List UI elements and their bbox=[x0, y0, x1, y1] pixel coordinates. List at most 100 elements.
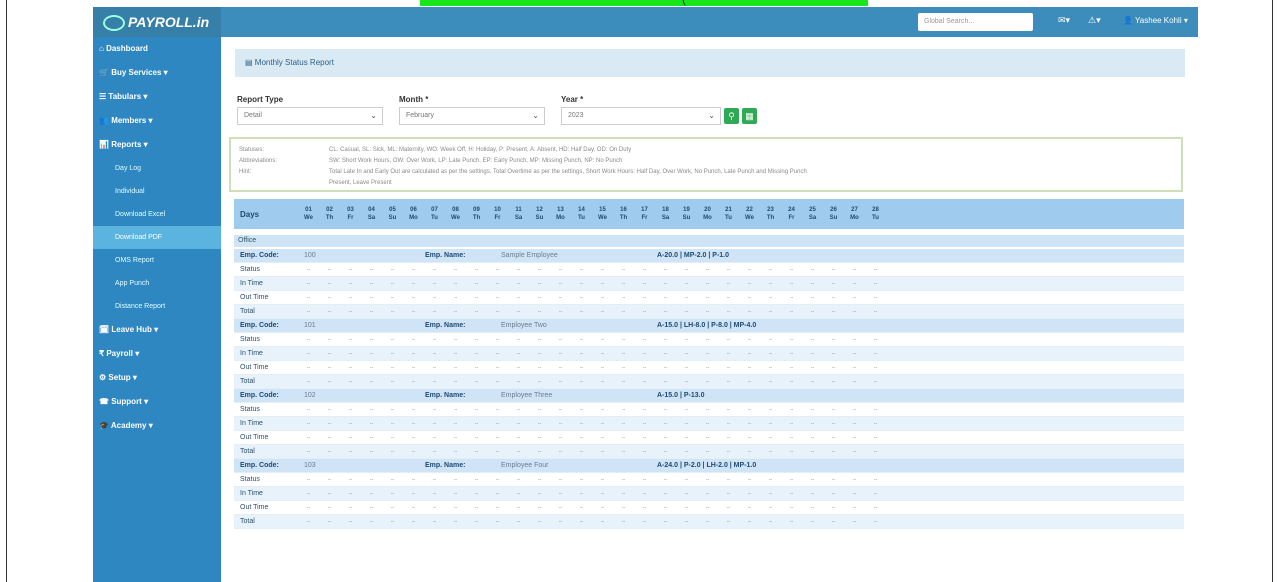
table-cell: -- bbox=[852, 490, 857, 497]
sidebar-item-support[interactable]: ☎ Support ▾ bbox=[93, 390, 221, 414]
table-cell: -- bbox=[516, 336, 521, 343]
select-value: Detail bbox=[244, 112, 262, 119]
table-cell: -- bbox=[810, 266, 815, 273]
table-cell: -- bbox=[789, 434, 794, 441]
day-weekday: Mo bbox=[850, 215, 859, 221]
table-cell: -- bbox=[390, 476, 395, 483]
table-cell: -- bbox=[810, 308, 815, 315]
table-cell: -- bbox=[453, 308, 458, 315]
sidebar-item-setup[interactable]: ⚙ Setup ▾ bbox=[93, 366, 221, 390]
legend-key: Statuses: bbox=[239, 147, 265, 153]
table-cell: -- bbox=[684, 266, 689, 273]
day-weekday: Su bbox=[535, 215, 544, 221]
table-cell: -- bbox=[537, 308, 542, 315]
table-cell: -- bbox=[747, 490, 752, 497]
table-cell: -- bbox=[810, 476, 815, 483]
table-cell: -- bbox=[537, 406, 542, 413]
envelope-icon[interactable]: ✉▾ bbox=[1058, 15, 1070, 26]
employee-header-row: Emp. Code: 102 Emp. Name: Employee Three A-1… bbox=[234, 389, 1184, 403]
table-cell: -- bbox=[768, 490, 773, 497]
day-header-cell: 11 Sa bbox=[508, 206, 529, 222]
table-cell: -- bbox=[852, 420, 857, 427]
user-menu[interactable]: 👤 Yashee Kohli ▾ bbox=[1123, 16, 1188, 25]
sidebar-sub-download-pdf[interactable]: Download PDF bbox=[93, 226, 221, 249]
bell-icon[interactable]: ⚠▾ bbox=[1088, 15, 1101, 26]
sidebar-item-dashboard[interactable]: ⌂ Dashboard bbox=[93, 37, 221, 61]
table-cell: -- bbox=[663, 420, 668, 427]
day-header-cell: 02 Th bbox=[319, 206, 340, 222]
table-cell: -- bbox=[684, 406, 689, 413]
sidebar-sub-oms-report[interactable]: OMS Report bbox=[93, 249, 221, 272]
table-cell: -- bbox=[831, 504, 836, 511]
table-cell: -- bbox=[810, 518, 815, 525]
table-cell: -- bbox=[516, 378, 521, 385]
app-logo[interactable]: PAYROLL.in bbox=[93, 7, 221, 37]
sidebar-item-payroll[interactable]: ₹ Payroll ▾ bbox=[93, 342, 221, 366]
sidebar-sub-app-punch[interactable]: App Punch bbox=[93, 272, 221, 295]
section-header: Office bbox=[234, 235, 1184, 247]
table-cell: -- bbox=[768, 308, 773, 315]
sidebar-sub-download-excel[interactable]: Download Excel bbox=[93, 203, 221, 226]
table-cell: -- bbox=[453, 350, 458, 357]
table-cell: -- bbox=[495, 476, 500, 483]
table-cell: -- bbox=[831, 336, 836, 343]
table-cell: -- bbox=[789, 378, 794, 385]
table-cell: -- bbox=[789, 280, 794, 287]
table-cell: -- bbox=[705, 504, 710, 511]
sidebar-item-leave-hub[interactable]: 🗓 Leave Hub ▾ bbox=[93, 318, 221, 342]
table-cell: -- bbox=[390, 294, 395, 301]
table-cell: -- bbox=[810, 448, 815, 455]
table-cell: -- bbox=[537, 434, 542, 441]
sidebar-item-reports[interactable]: 📊 Reports ▾ bbox=[93, 133, 221, 157]
sidebar-item-members[interactable]: 👥 Members ▾ bbox=[93, 109, 221, 133]
table-cell: -- bbox=[747, 518, 752, 525]
legend-key: Hint: bbox=[239, 169, 252, 175]
table-cell: -- bbox=[600, 308, 605, 315]
table-cell: -- bbox=[747, 476, 752, 483]
table-cell: -- bbox=[684, 420, 689, 427]
day-number: 04 bbox=[368, 207, 375, 213]
table-cell: -- bbox=[600, 336, 605, 343]
table-cell: -- bbox=[327, 518, 332, 525]
day-header-cell: 01 We bbox=[298, 206, 319, 222]
table-cell: -- bbox=[663, 350, 668, 357]
table-cell: -- bbox=[327, 448, 332, 455]
search-button[interactable]: ⚲ bbox=[724, 108, 739, 124]
search-icon: ⚲ bbox=[728, 111, 735, 121]
table-cell: -- bbox=[369, 490, 374, 497]
day-number: 18 bbox=[662, 207, 669, 213]
table-cell: -- bbox=[432, 420, 437, 427]
table-cell: -- bbox=[663, 448, 668, 455]
table-cell: -- bbox=[873, 350, 878, 357]
table-cell: -- bbox=[390, 448, 395, 455]
table-cell: -- bbox=[810, 280, 815, 287]
day-header-cell: 20 Mo bbox=[697, 206, 718, 222]
table-cell: -- bbox=[873, 448, 878, 455]
year-select[interactable]: 2023 ⌄ bbox=[561, 107, 721, 125]
sidebar-sub-individual[interactable]: Individual bbox=[93, 180, 221, 203]
table-cell: -- bbox=[348, 280, 353, 287]
sidebar-item-tabulars[interactable]: ☰ Tabulars ▾ bbox=[93, 85, 221, 109]
day-header-cell: 12 Su bbox=[529, 206, 550, 222]
sidebar-sub-day-log[interactable]: Day Log bbox=[93, 157, 221, 180]
table-cell: -- bbox=[369, 294, 374, 301]
sidebar-item-academy[interactable]: 🎓 Academy ▾ bbox=[93, 414, 221, 438]
global-search-input[interactable]: Global Search... bbox=[918, 13, 1033, 31]
table-cell: -- bbox=[852, 378, 857, 385]
day-weekday: Sa bbox=[661, 215, 670, 221]
legend-value: SW: Short Work Hours, OW: Over Work, LP:… bbox=[329, 158, 623, 164]
employee-header-row: Emp. Code: 100 Emp. Name: Sample Employee A-… bbox=[234, 249, 1184, 263]
sidebar-sub-distance-report[interactable]: Distance Report bbox=[93, 295, 221, 318]
day-number: 26 bbox=[830, 207, 837, 213]
table-cell: -- bbox=[537, 266, 542, 273]
table-cell: -- bbox=[768, 448, 773, 455]
report-type-select[interactable]: Detail ⌄ bbox=[237, 107, 383, 125]
table-cell: -- bbox=[369, 364, 374, 371]
sidebar-item-buy-services[interactable]: 🛒 Buy Services ▾ bbox=[93, 61, 221, 85]
month-select[interactable]: February ⌄ bbox=[399, 107, 545, 125]
export-excel-button[interactable]: ▦ bbox=[742, 108, 757, 124]
table-cell: -- bbox=[705, 420, 710, 427]
table-cell: -- bbox=[705, 406, 710, 413]
table-cell: -- bbox=[684, 364, 689, 371]
table-cell: -- bbox=[369, 266, 374, 273]
